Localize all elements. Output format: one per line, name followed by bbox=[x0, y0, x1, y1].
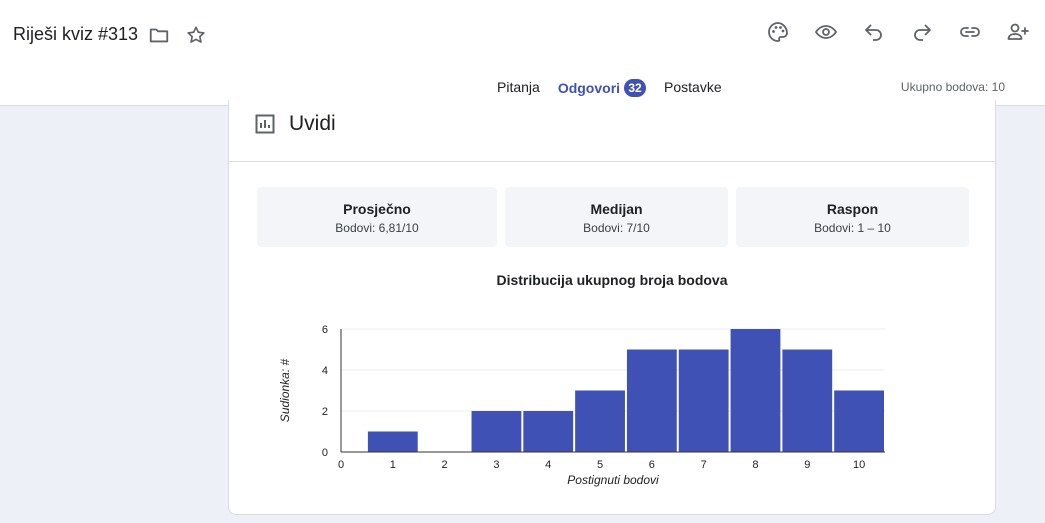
histogram-bar bbox=[678, 349, 729, 452]
y-axis-title: Sudionka: # bbox=[278, 358, 292, 422]
x-tick-label: 6 bbox=[649, 459, 655, 471]
preview-eye-icon[interactable] bbox=[813, 19, 839, 45]
y-tick-label: 0 bbox=[322, 447, 328, 459]
x-tick-label: 4 bbox=[545, 459, 551, 471]
palette-icon[interactable] bbox=[765, 19, 791, 45]
chart-title: Distribucija ukupnog broja bodova bbox=[496, 272, 728, 288]
insights-title: Uvidi bbox=[289, 112, 336, 135]
stat-range-value: Bodovi: 1 – 10 bbox=[814, 221, 891, 235]
stat-range-label: Raspon bbox=[826, 201, 879, 217]
link-icon[interactable] bbox=[957, 19, 983, 45]
y-tick-label: 4 bbox=[322, 365, 328, 377]
stat-median-label: Medijan bbox=[590, 201, 643, 217]
top-bar: Riješi kviz #313 Pitanja Odgovori 32 Post… bbox=[0, 0, 1045, 106]
stat-median: Medijan Bodovi: 7/10 bbox=[505, 187, 728, 247]
responses-count-badge: 32 bbox=[624, 79, 647, 97]
x-tick-label: 10 bbox=[853, 459, 865, 471]
x-tick-label: 5 bbox=[597, 459, 603, 471]
undo-icon[interactable] bbox=[861, 19, 887, 45]
score-distribution-chart: 0 2 4 6 0 1 2 3 4 5 6 7 8 9 10 Postignuti bodovi Sudionk… bbox=[278, 324, 885, 487]
redo-icon[interactable] bbox=[909, 19, 935, 45]
x-tick-label: 3 bbox=[493, 459, 499, 471]
stat-median-value: Bodovi: 7/10 bbox=[583, 221, 650, 235]
stat-range: Raspon Bodovi: 1 – 10 bbox=[736, 187, 969, 247]
insights-header: Uvidi bbox=[229, 100, 995, 162]
x-tick-label: 2 bbox=[442, 459, 448, 471]
tab-settings-label: Postavke bbox=[664, 79, 722, 95]
insights-card: Uvidi Prosječno Bodovi: 6,81/10 Medijan … bbox=[228, 100, 996, 515]
histogram-bar bbox=[626, 349, 677, 452]
x-tick-label: 8 bbox=[752, 459, 758, 471]
x-tick-label: 0 bbox=[338, 459, 344, 471]
histogram-bar bbox=[730, 329, 781, 452]
histogram-bar bbox=[782, 349, 833, 452]
insights-chart-icon bbox=[255, 114, 275, 134]
histogram-bar bbox=[367, 431, 418, 452]
form-title[interactable]: Riješi kviz #313 bbox=[13, 24, 138, 45]
stat-average-label: Prosječno bbox=[343, 201, 411, 217]
folder-icon[interactable] bbox=[148, 24, 170, 46]
star-icon[interactable] bbox=[185, 24, 207, 46]
x-tick-label: 7 bbox=[701, 459, 707, 471]
histogram-bar bbox=[575, 390, 625, 452]
x-tick-label: 1 bbox=[390, 459, 396, 471]
tab-responses-label: Odgovori bbox=[557, 80, 621, 96]
y-tick-label: 6 bbox=[322, 324, 328, 336]
x-axis-title: Postignuti bodovi bbox=[567, 473, 659, 487]
y-tick-label: 2 bbox=[322, 406, 328, 418]
add-collaborator-icon[interactable] bbox=[1005, 19, 1031, 45]
histogram-bar bbox=[523, 411, 574, 452]
total-points: Ukupno bodova: 10 bbox=[900, 80, 1005, 94]
stat-average: Prosječno Bodovi: 6,81/10 bbox=[257, 187, 497, 247]
stat-average-value: Bodovi: 6,81/10 bbox=[335, 221, 419, 235]
histogram-bar bbox=[834, 390, 884, 452]
tab-questions-label: Pitanja bbox=[497, 79, 540, 95]
header-actions bbox=[765, 19, 1031, 45]
histogram-bar bbox=[471, 411, 522, 452]
x-tick-label: 9 bbox=[804, 459, 810, 471]
